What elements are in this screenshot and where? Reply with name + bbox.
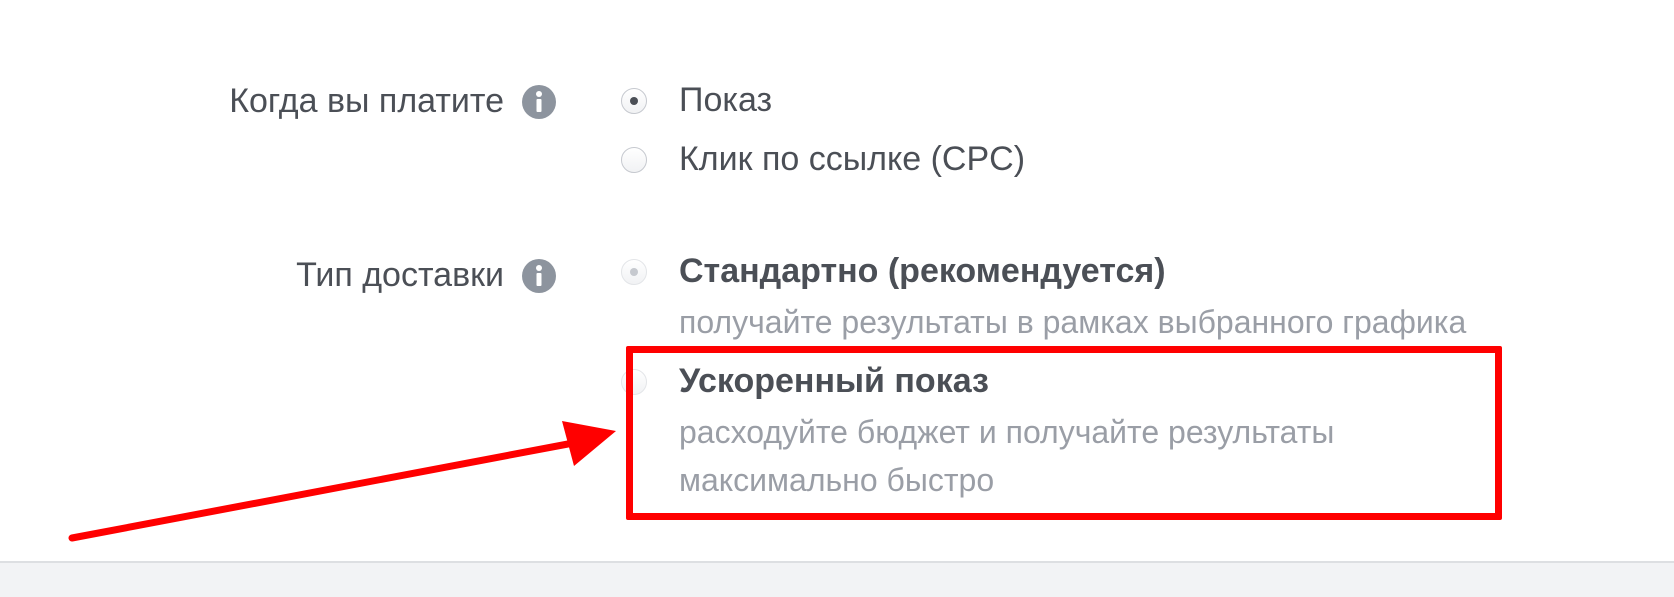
billing-impression-radio[interactable] <box>621 88 647 114</box>
billing-cpc-radio[interactable] <box>621 147 647 173</box>
info-icon[interactable] <box>522 258 556 293</box>
highlight-box <box>626 346 1502 520</box>
delivery-standard-radio[interactable] <box>621 259 647 285</box>
delivery-standard-description: получайте результаты в рамках выбранного… <box>679 304 1467 340</box>
info-icon[interactable] <box>522 84 556 119</box>
billing-label: Когда вы платите <box>229 82 504 120</box>
delivery-standard-label[interactable]: Стандартно (рекомендуется) <box>679 252 1166 291</box>
delivery-settings-panel: Когда вы платите Показ Клик по ссылке (C… <box>0 0 1674 597</box>
footer-bar <box>0 561 1674 597</box>
delivery-label: Тип доставки <box>296 256 504 294</box>
billing-cpc-label[interactable]: Клик по ссылке (CPC) <box>679 140 1025 179</box>
delivery-label-row: Тип доставки <box>296 256 556 295</box>
billing-label-row: Когда вы платите <box>229 82 556 121</box>
billing-impression-label[interactable]: Показ <box>679 81 772 120</box>
